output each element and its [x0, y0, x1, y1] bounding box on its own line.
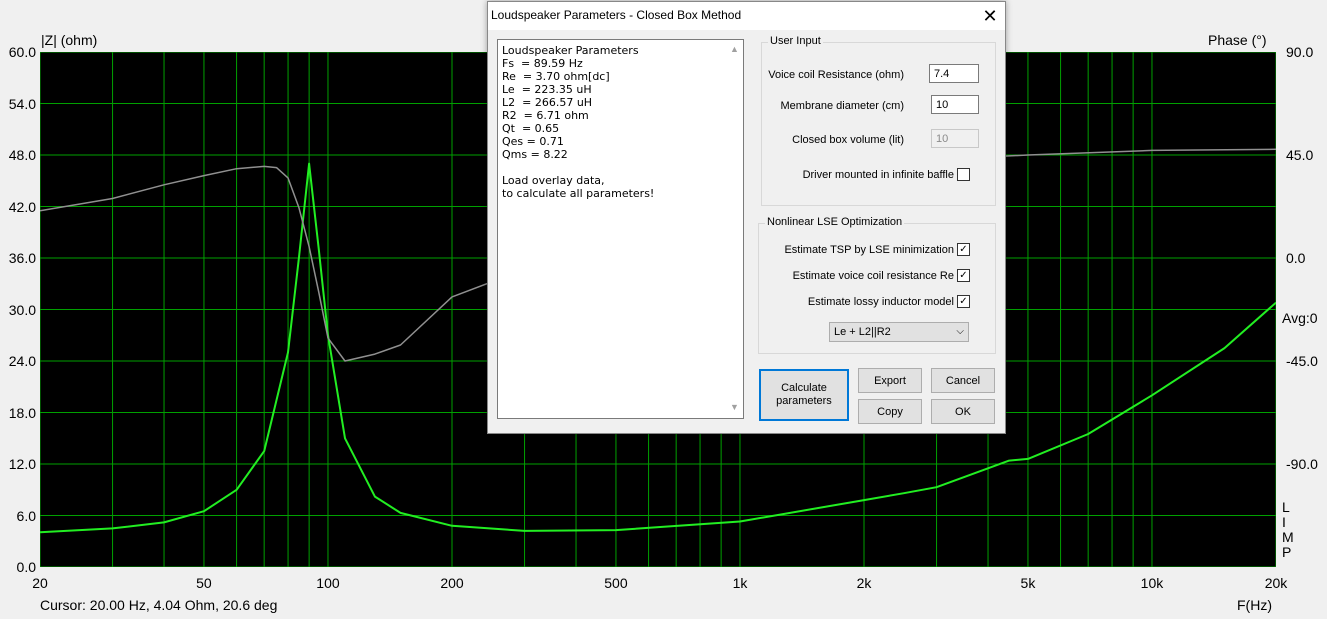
- x-tick-label: 2k: [856, 575, 872, 591]
- results-scrollbar[interactable]: ▲ ▼: [727, 40, 743, 418]
- inductor-model-select[interactable]: Le + L2||R2 ⌵: [829, 322, 969, 342]
- left-tick-label: 42.0: [8, 198, 36, 215]
- x-tick-label: 50: [196, 575, 212, 591]
- avg-label: Avg:0: [1282, 310, 1318, 326]
- scroll-down-icon[interactable]: ▼: [730, 402, 739, 412]
- x-tick-label: 200: [440, 575, 464, 591]
- right-tick-label: 45.0: [1286, 147, 1314, 163]
- limp-letter: L: [1282, 499, 1290, 515]
- estimate-lossy-label: Estimate lossy inductor model: [807, 296, 954, 308]
- infinite-baffle-checkbox[interactable]: [957, 168, 970, 181]
- nonlinear-group-title: Nonlinear LSE Optimization: [765, 216, 905, 228]
- x-axis-title: F(Hz): [1237, 597, 1272, 613]
- dialog-title: Loudspeaker Parameters - Closed Box Meth…: [491, 8, 742, 22]
- x-tick-label: 1k: [732, 575, 748, 591]
- x-tick-label: 10k: [1140, 575, 1164, 591]
- estimate-re-checkbox[interactable]: ✓: [957, 269, 970, 282]
- left-tick-label: 48.0: [8, 147, 36, 163]
- estimate-tsp-checkbox[interactable]: ✓: [957, 243, 970, 256]
- left-tick-label: 36.0: [8, 250, 36, 266]
- scroll-up-icon[interactable]: ▲: [730, 44, 739, 54]
- right-axis-title: Phase (°): [1208, 32, 1267, 48]
- infinite-baffle-label: Driver mounted in infinite baffle: [802, 169, 954, 181]
- x-tick-label: 20: [32, 575, 48, 591]
- left-tick-label: 30.0: [8, 301, 36, 318]
- box-volume-label: Closed box volume (lit): [792, 134, 904, 146]
- loudspeaker-parameters-dialog: Loudspeaker Parameters - Closed Box Meth…: [487, 1, 1006, 434]
- left-tick-label: 18.0: [8, 404, 36, 421]
- ok-button[interactable]: OK: [931, 399, 995, 424]
- x-tick-label: 100: [316, 575, 340, 591]
- estimate-tsp-label: Estimate TSP by LSE minimization: [784, 244, 954, 256]
- right-tick-label: -45.0: [1286, 353, 1318, 369]
- left-tick-label: 54.0: [8, 95, 36, 112]
- dialog-titlebar[interactable]: Loudspeaker Parameters - Closed Box Meth…: [488, 2, 1005, 30]
- left-tick-label: 60.0: [8, 44, 36, 60]
- limp-letter: P: [1282, 544, 1292, 560]
- results-textbox[interactable]: Loudspeaker Parameters Fs = 89.59 Hz Re …: [497, 39, 744, 419]
- voice-coil-input[interactable]: 7.4: [929, 64, 979, 83]
- x-tick-label: 5k: [1020, 575, 1036, 591]
- estimate-lossy-checkbox[interactable]: ✓: [957, 295, 970, 308]
- right-tick-label: 0.0: [1286, 250, 1306, 266]
- export-button[interactable]: Export: [858, 368, 922, 393]
- estimate-re-label: Estimate voice coil resistance Re: [792, 270, 954, 282]
- user-input-group-title: User Input: [768, 35, 823, 47]
- x-tick-label: 500: [604, 575, 628, 591]
- inductor-model-value: Le + L2||R2: [834, 326, 891, 338]
- box-volume-input[interactable]: 10: [931, 129, 979, 148]
- voice-coil-label: Voice coil Resistance (ohm): [768, 69, 904, 81]
- calculate-parameters-button[interactable]: Calculate parameters: [759, 369, 849, 421]
- results-text: Loudspeaker Parameters Fs = 89.59 Hz Re …: [502, 44, 655, 200]
- left-tick-label: 6.0: [16, 507, 36, 524]
- copy-button[interactable]: Copy: [858, 399, 922, 424]
- chevron-down-icon: ⌵: [956, 326, 964, 337]
- right-tick-label: -90.0: [1286, 456, 1318, 472]
- cursor-readout: Cursor: 20.00 Hz, 4.04 Ohm, 20.6 deg: [40, 597, 278, 613]
- left-tick-label: 0.0: [16, 559, 36, 575]
- membrane-diameter-input[interactable]: 10: [931, 95, 979, 114]
- limp-letter: I: [1282, 514, 1286, 530]
- membrane-diameter-label: Membrane diameter (cm): [780, 100, 904, 112]
- cancel-button[interactable]: Cancel: [931, 368, 995, 393]
- left-tick-label: 24.0: [8, 353, 36, 369]
- calculate-parameters-label: Calculate parameters: [776, 382, 832, 407]
- left-tick-label: 12.0: [8, 456, 36, 472]
- x-tick-label: 20k: [1264, 575, 1288, 591]
- user-input-group: User Input Voice coil Resistance (ohm) 7…: [761, 35, 996, 206]
- left-axis-title: |Z| (ohm): [41, 32, 98, 48]
- limp-letter: M: [1282, 529, 1294, 545]
- nonlinear-lse-group: Nonlinear LSE Optimization Estimate TSP …: [758, 216, 996, 354]
- close-icon[interactable]: ✕: [975, 2, 1005, 30]
- right-tick-label: 90.0: [1286, 44, 1314, 60]
